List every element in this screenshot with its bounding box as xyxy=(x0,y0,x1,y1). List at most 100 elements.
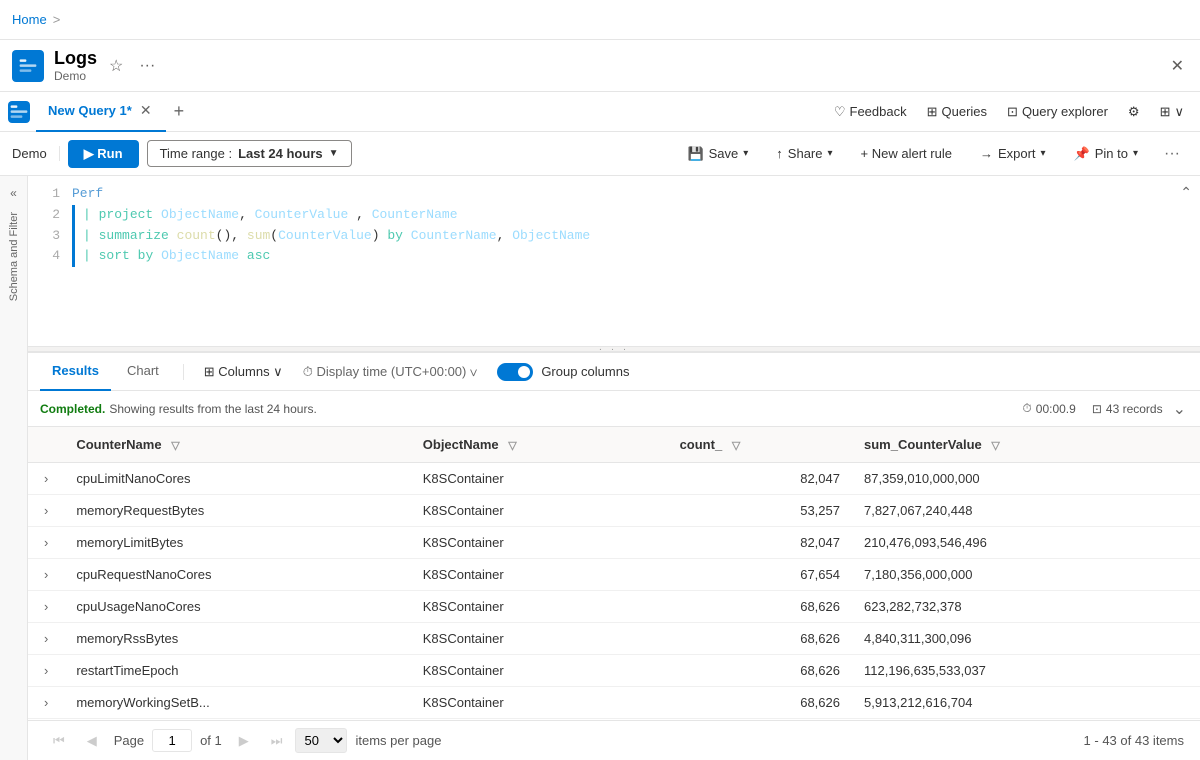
object-name-cell: K8SContainer xyxy=(411,591,668,623)
share-button[interactable]: ↑ Share ▾ xyxy=(766,141,842,166)
table-row: › memoryLimitBytes K8SContainer 82,047 2… xyxy=(28,527,1200,559)
table-row: › cpuRequestNanoCores K8SContainer 67,65… xyxy=(28,559,1200,591)
columns-button[interactable]: ⊞ Columns ∨ xyxy=(196,360,291,384)
toolbar-more-button[interactable]: ··· xyxy=(1156,140,1188,168)
object-name-cell: K8SContainer xyxy=(411,623,668,655)
row-expand-button[interactable]: › xyxy=(40,599,52,614)
row-expand-button[interactable]: › xyxy=(40,471,52,486)
pin-to-button[interactable]: 📌 Pin to ▾ xyxy=(1064,141,1148,167)
table-row: › memoryRssBytes K8SContainer 68,626 4,8… xyxy=(28,623,1200,655)
view-icon: ⊞ xyxy=(1160,104,1171,120)
first-page-button[interactable]: ⏮ xyxy=(44,729,74,753)
col-expand xyxy=(28,427,64,463)
group-columns-toggle: Group columns xyxy=(497,363,629,381)
counter-name-cell: memoryLimitBytes xyxy=(64,527,410,559)
table-header: CounterName ▽ ObjectName ▽ count_ ▽ xyxy=(28,427,1200,463)
prev-page-button[interactable]: ◀ xyxy=(78,729,106,753)
col-sum-counter-value[interactable]: sum_CounterValue ▽ xyxy=(852,427,1200,463)
editor-collapse-button[interactable]: ⌃ xyxy=(1180,184,1192,201)
share-label: Share xyxy=(788,146,823,161)
row-expand-cell: › xyxy=(28,463,64,495)
group-columns-switch[interactable] xyxy=(497,363,533,381)
time-range-value: Last 24 hours xyxy=(238,146,323,161)
col-counter-name[interactable]: CounterName ▽ xyxy=(64,427,410,463)
col-count[interactable]: count_ ▽ xyxy=(668,427,852,463)
results-tabs: Results Chart ⊞ Columns ∨ ⏱ Display time… xyxy=(28,353,1200,391)
code-content-3: | summarize count(), sum(CounterValue) b… xyxy=(83,226,1192,247)
row-expand-button[interactable]: › xyxy=(40,631,52,646)
feedback-button[interactable]: ♡ Feedback xyxy=(826,100,915,124)
pin-label: Pin to xyxy=(1095,146,1128,161)
home-link[interactable]: Home xyxy=(12,12,47,27)
page-number-input[interactable] xyxy=(152,729,192,752)
new-alert-rule-button[interactable]: + New alert rule xyxy=(851,141,962,166)
top-bar: Home > xyxy=(0,0,1200,40)
count-filter-icon[interactable]: ▽ xyxy=(732,440,740,452)
tab-bar: New Query 1* ✕ + ♡ Feedback ⊞ Queries ⊡ … xyxy=(0,92,1200,132)
save-button[interactable]: 💾 Save ▾ xyxy=(677,141,758,167)
tab-chart[interactable]: Chart xyxy=(115,353,171,391)
queries-button[interactable]: ⊞ Queries xyxy=(919,100,995,124)
code-line-3: 3 | summarize count(), sum(CounterValue)… xyxy=(28,226,1200,247)
sum-filter-icon[interactable]: ▽ xyxy=(991,440,999,452)
group-columns-label: Group columns xyxy=(541,364,629,379)
sum-counter-value-cell: 112,196,635,533,037 xyxy=(852,655,1200,687)
query-explorer-button[interactable]: ⊡ Query explorer xyxy=(999,100,1116,124)
col-object-name[interactable]: ObjectName ▽ xyxy=(411,427,668,463)
pagination-info: 1 - 43 of 43 items xyxy=(1084,733,1184,748)
row-expand-button[interactable]: › xyxy=(40,535,52,550)
settings-button[interactable]: ⚙ xyxy=(1120,100,1148,124)
row-expand-button[interactable]: › xyxy=(40,503,52,518)
queries-icon: ⊞ xyxy=(927,104,938,120)
export-icon: → xyxy=(980,146,993,161)
run-button[interactable]: ▶ Run xyxy=(68,140,139,168)
save-label: Save xyxy=(709,146,739,161)
sum-counter-value-cell: 4,840,311,300,096 xyxy=(852,623,1200,655)
count-cell: 67,654 xyxy=(668,559,852,591)
heart-icon: ♡ xyxy=(834,104,846,120)
main-layout: « Schema and Filter 1 Perf 2 | project O… xyxy=(0,176,1200,760)
sidebar-toggle[interactable]: « Schema and Filter xyxy=(0,176,28,760)
count-cell: 68,626 xyxy=(668,687,852,719)
gear-icon: ⚙ xyxy=(1128,104,1140,120)
items-per-page-label: items per page xyxy=(355,733,441,748)
queries-label: Queries xyxy=(942,104,988,119)
close-button[interactable]: ✕ xyxy=(1167,52,1188,80)
row-expand-button[interactable]: › xyxy=(40,663,52,678)
line-number-4: 4 xyxy=(36,246,60,267)
code-editor[interactable]: 1 Perf 2 | project ObjectName, CounterVa… xyxy=(28,176,1200,346)
tab-close-button[interactable]: ✕ xyxy=(138,100,154,121)
last-page-button[interactable]: ⏭ xyxy=(262,729,292,753)
records-icon: ⊡ xyxy=(1092,402,1102,416)
export-button[interactable]: → Export ▾ xyxy=(970,141,1056,166)
next-page-button[interactable]: ▶ xyxy=(230,729,258,753)
row-expand-cell: › xyxy=(28,527,64,559)
pin-icon: 📌 xyxy=(1074,146,1090,162)
table-row: › cpuUsageNanoCores K8SContainer 68,626 … xyxy=(28,591,1200,623)
tab-results[interactable]: Results xyxy=(40,353,111,391)
expand-results-button[interactable]: ⌄ xyxy=(1171,397,1188,421)
export-label: Export xyxy=(998,146,1036,161)
favorite-button[interactable]: ☆ xyxy=(105,52,127,80)
counter-name-filter-icon[interactable]: ▽ xyxy=(171,440,179,452)
row-expand-cell: › xyxy=(28,591,64,623)
tab-new-query-1[interactable]: New Query 1* ✕ xyxy=(36,92,166,132)
elapsed-time: 00:00.9 xyxy=(1036,402,1076,416)
time-range-button[interactable]: Time range : Last 24 hours ▼ xyxy=(147,140,352,167)
time-range-prefix: Time range : xyxy=(160,146,233,161)
per-page-select[interactable]: 50 100 200 xyxy=(295,728,347,753)
sum-counter-value-cell: 210,476,093,546,496 xyxy=(852,527,1200,559)
count-cell: 82,047 xyxy=(668,463,852,495)
display-time-button[interactable]: ⏱ Display time (UTC+00:00) ∨ xyxy=(295,360,486,384)
object-name-cell: K8SContainer xyxy=(411,527,668,559)
code-content-1: Perf xyxy=(72,184,1192,205)
more-options-button[interactable]: ··· xyxy=(135,53,159,79)
row-expand-cell: › xyxy=(28,623,64,655)
table-row: › restartTimeEpoch K8SContainer 68,626 1… xyxy=(28,655,1200,687)
tab-add-button[interactable]: + xyxy=(166,97,193,126)
view-button[interactable]: ⊞ ∨ xyxy=(1152,100,1192,124)
row-expand-button[interactable]: › xyxy=(40,695,52,710)
object-name-filter-icon[interactable]: ▽ xyxy=(508,440,516,452)
of-label: of 1 xyxy=(200,733,222,748)
row-expand-button[interactable]: › xyxy=(40,567,52,582)
